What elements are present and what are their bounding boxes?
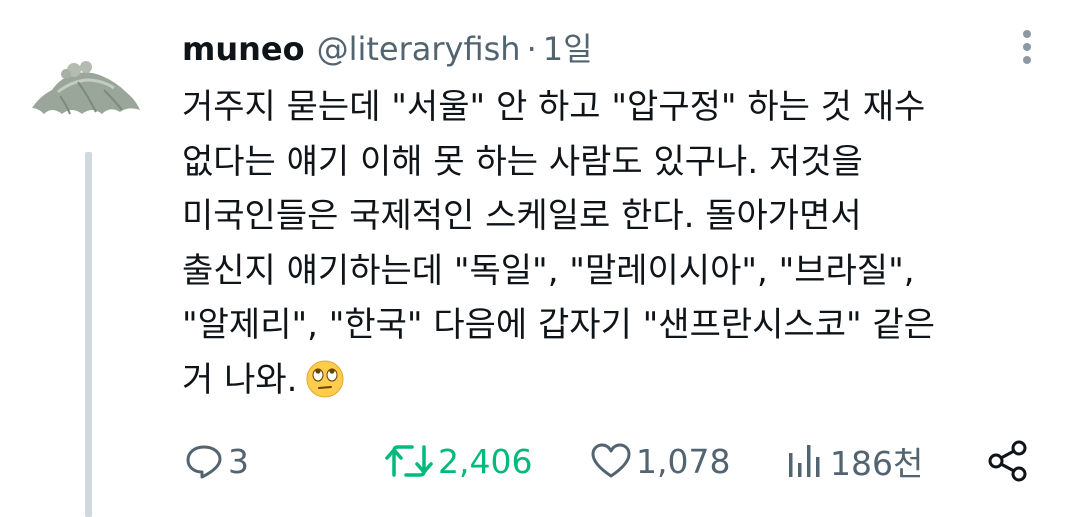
like-button[interactable]: 1,078 (590, 436, 730, 486)
view-count: 186천 (830, 444, 924, 483)
author-name[interactable]: muneo (182, 30, 305, 68)
views-chart-icon (789, 445, 820, 477)
share-button[interactable] (986, 436, 1034, 486)
action-bar: 3 2,406 1,078 186천 (0, 436, 1080, 486)
tweet-text-line: 없다는 얘기 이해 못 하는 사람도 있구나. 저것을 (182, 141, 863, 182)
tweet-text-line-last: 거 나와. (182, 353, 1052, 408)
reply-icon (186, 445, 222, 479)
share-icon (988, 440, 1027, 482)
tweet-header: muneo @literaryfish · 1일 (182, 24, 593, 70)
reply-button[interactable]: 3 (184, 436, 249, 486)
tweet-text-line: 거주지 묻는데 "서울" 안 하고 "압구정" 하는 것 재수 (182, 87, 926, 127)
tweet-text-line-content: 거 나와. (182, 359, 298, 400)
tweet-text-line: 출신지 얘기하는데 "독일", "말레이시아", "브라질", (182, 250, 915, 291)
author-handle[interactable]: @literaryfish (317, 30, 521, 68)
retweet-button[interactable]: 2,406 (384, 436, 532, 486)
like-count: 1,078 (636, 441, 731, 481)
views-button[interactable]: 186천 (786, 436, 923, 486)
reply-count: 3 (228, 441, 249, 481)
heart-icon (591, 443, 631, 478)
tweet-text: 거주지 묻는데 "서울" 안 하고 "압구정" 하는 것 재수 없다는 얘기 이… (182, 80, 1052, 407)
tweet-text-line: "알제리", "한국" 다음에 갑자기 "샌프란시스코" 같은 (182, 305, 935, 345)
tweet-time[interactable]: 1일 (543, 24, 593, 70)
avatar[interactable] (30, 56, 142, 122)
tweet-text-line: 미국인들은 국제적인 스케일로 한다. 돌아가면서 (182, 196, 862, 236)
more-options-icon[interactable] (1018, 30, 1036, 72)
separator-dot: · (526, 30, 537, 68)
rolling-eyes-emoji-icon (305, 359, 345, 399)
retweet-count: 2,406 (438, 441, 533, 481)
retweet-icon (385, 445, 433, 477)
